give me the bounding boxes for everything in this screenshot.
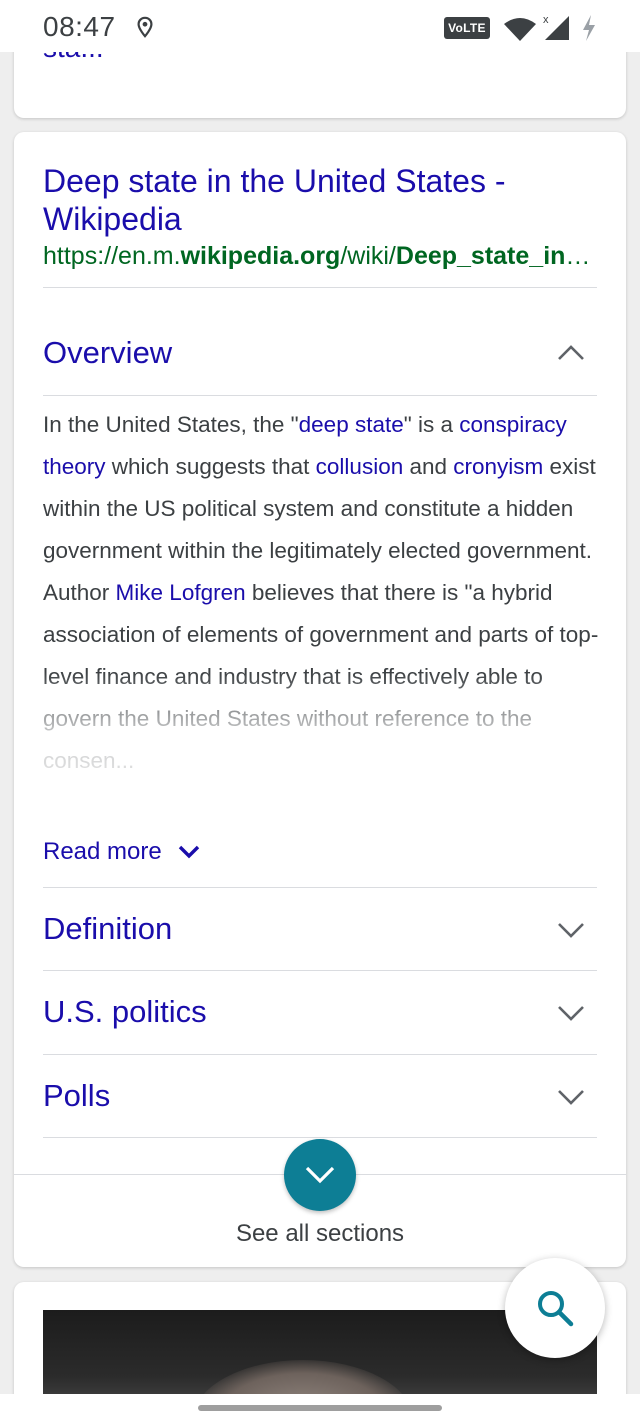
section-polls-label: Polls [43,1078,111,1113]
location-icon [137,16,153,38]
snippet-text: which suggests that [105,454,316,479]
snippet-link[interactable]: cronyism [453,454,543,479]
signal-icon: x [543,14,569,40]
url-page: Deep_state_in_the_United_States [395,242,599,270]
divider [43,395,597,396]
url-domain: wikipedia.org [180,242,341,270]
chevron-down-icon[interactable] [557,1083,585,1109]
snippet-text: " is a [403,412,460,437]
divider [43,287,597,288]
battery-charging-icon [583,15,595,41]
chevron-down-icon [305,1166,335,1184]
chevron-down-icon[interactable] [557,916,585,942]
url-path: /wiki/ [340,242,396,270]
divider [43,970,597,971]
navigation-bar [0,1394,640,1422]
wifi-icon [504,18,536,41]
chevron-up-icon[interactable] [557,340,585,366]
volte-badge: VoLTE [444,17,490,39]
section-us-politics[interactable]: U.S. politics [43,972,597,1052]
chevron-down-icon [178,845,199,859]
status-bar: 08:47 VoLTE x [0,0,640,52]
result-title[interactable]: Deep state in the United States - Wikipe… [43,162,603,238]
section-definition[interactable]: Definition [43,889,597,969]
see-all-sections-label[interactable]: See all sections [14,1220,626,1248]
section-overview-label: Overview [43,335,173,370]
snippet-link[interactable]: Mike Lofgren [116,580,246,605]
svg-text:x: x [543,14,549,26]
chevron-down-icon[interactable] [557,999,585,1025]
see-all-sections-button[interactable] [284,1139,356,1211]
divider [43,1137,597,1138]
snippet-text: and [403,454,454,479]
result-url[interactable]: https://en.m.wikipedia.org/wiki/Deep_sta… [43,242,599,271]
snippet-link[interactable]: deep state [299,412,404,437]
divider [43,887,597,888]
snippet-fade [14,672,626,832]
divider [43,1054,597,1055]
section-us-politics-label: U.S. politics [43,994,207,1029]
section-polls[interactable]: Polls [43,1056,597,1136]
url-prefix: https://en.m. [43,242,181,270]
search-icon [538,1291,574,1327]
snippet-text: In the United States, the " [43,412,299,437]
section-definition-label: Definition [43,911,173,946]
home-gesture-handle[interactable] [198,1405,442,1411]
result-card: Deep state in the United States - Wikipe… [14,132,626,1267]
status-time: 08:47 [43,11,116,42]
search-button[interactable] [505,1258,605,1358]
read-more-label: Read more [43,838,162,865]
section-overview[interactable]: Overview [43,313,597,393]
read-more-link[interactable]: Read more [43,838,200,866]
snippet-link[interactable]: collusion [316,454,404,479]
